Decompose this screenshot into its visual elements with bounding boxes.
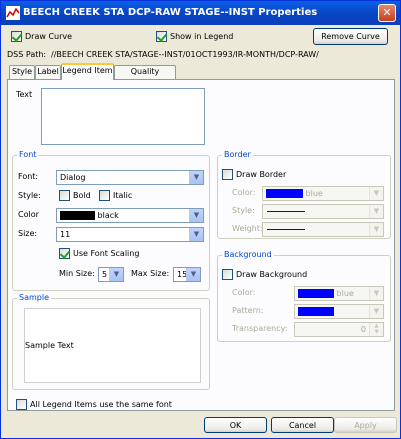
background-group-title: Background — [222, 250, 274, 259]
border-color-label: Color: — [232, 188, 256, 197]
italic-checkbox[interactable] — [99, 190, 110, 201]
chevron-down-icon[interactable]: ▼ — [189, 209, 203, 222]
close-button[interactable]: ✕ — [378, 4, 396, 22]
chevron-down-icon[interactable]: ▼ — [369, 305, 383, 318]
background-group: Background Draw Background Color: blue ▼… — [217, 250, 391, 342]
font-color-value: black — [97, 211, 119, 220]
show-in-legend-label: Show in Legend — [170, 32, 234, 41]
app-icon — [6, 6, 20, 20]
draw-background-label: Draw Background — [236, 270, 308, 279]
border-group-title: Border — [222, 150, 253, 159]
use-font-scaling-checkbox[interactable] — [59, 248, 70, 259]
font-select[interactable]: Dialog ▼ — [56, 170, 204, 185]
border-color-select[interactable]: blue ▼ — [262, 186, 384, 201]
border-group: Border Draw Border Color: blue ▼ Style: … — [217, 150, 391, 239]
italic-label: Italic — [113, 191, 133, 200]
font-color-label: Color — [18, 210, 39, 219]
properties-dialog: BEECH CREEK STA DCP-RAW STAGE--INST Prop… — [0, 0, 401, 439]
same-font-label: All Legend Items use the same font — [30, 400, 172, 409]
use-font-scaling-label: Use Font Scaling — [73, 249, 140, 258]
font-select-value: Dialog — [60, 173, 86, 182]
border-weight-label: Weight: — [232, 224, 263, 233]
border-style-select[interactable]: ▼ — [262, 204, 384, 219]
border-weight-preview — [267, 229, 305, 230]
background-color-label: Color: — [232, 288, 256, 297]
same-font-checkbox[interactable] — [16, 399, 27, 410]
sample-text: Sample Text — [25, 341, 74, 350]
sample-preview: Sample Text — [24, 308, 201, 383]
min-size-label: Min Size: — [59, 269, 95, 278]
style-label: Style: — [18, 191, 41, 200]
legend-text-input[interactable] — [41, 88, 205, 145]
spinner-arrows-icon[interactable]: ▲ ▼ — [369, 323, 383, 336]
min-size-select[interactable]: 5 ▼ — [98, 267, 124, 282]
draw-background-checkbox[interactable] — [222, 269, 233, 280]
text-label: Text — [16, 90, 33, 99]
tab-legend-item-label: Legend Item — [62, 66, 113, 75]
pattern-select[interactable]: ▼ — [294, 304, 384, 319]
background-color-swatch — [298, 289, 334, 298]
border-style-label: Style: — [232, 206, 255, 215]
chevron-down-icon[interactable]: ▼ — [369, 205, 383, 218]
background-color-select[interactable]: blue ▼ — [294, 286, 384, 301]
bold-label: Bold — [73, 191, 91, 200]
tab-style-label: Style — [11, 67, 33, 76]
transparency-value: 0 — [360, 325, 366, 334]
font-group: Font Font: Dialog ▼ Style: Bold Italic C… — [12, 150, 210, 291]
pattern-swatch — [298, 307, 334, 316]
tab-label-label: Label — [37, 67, 59, 76]
border-color-value: blue — [305, 189, 323, 198]
font-group-title: Font — [17, 150, 39, 159]
draw-border-label: Draw Border — [236, 170, 287, 179]
bold-checkbox[interactable] — [59, 190, 70, 201]
cancel-button[interactable]: Cancel — [271, 417, 334, 433]
window-title: BEECH CREEK STA DCP-RAW STAGE--INST Prop… — [23, 7, 318, 18]
font-color-select[interactable]: black ▼ — [56, 208, 204, 223]
show-in-legend-checkbox[interactable] — [156, 31, 167, 42]
remove-curve-button[interactable]: Remove Curve — [313, 28, 388, 45]
pattern-label: Pattern: — [232, 306, 264, 315]
font-color-swatch — [60, 211, 95, 220]
tab-legend-item[interactable]: Legend Item — [61, 63, 114, 80]
sample-group: Sample Sample Text — [12, 293, 210, 390]
border-color-swatch — [266, 189, 303, 198]
dss-path-value: //BEECH CREEK STA/STAGE--INST/01OCT1993/… — [51, 50, 319, 59]
chevron-down-icon[interactable]: ▼ — [189, 228, 203, 241]
border-weight-select[interactable]: ▼ — [262, 222, 384, 237]
max-size-select[interactable]: 15 ▼ — [173, 267, 201, 282]
chevron-down-icon[interactable]: ▼ — [369, 223, 383, 236]
font-size-value: 11 — [60, 230, 71, 239]
size-label: Size: — [18, 229, 38, 238]
tab-style[interactable]: Style — [9, 65, 35, 79]
transparency-label: Transparency: — [232, 324, 288, 333]
chevron-down-icon[interactable]: ▼ — [189, 171, 203, 184]
draw-curve-checkbox[interactable] — [11, 31, 22, 42]
close-icon: ✕ — [382, 6, 392, 19]
chevron-down-icon[interactable]: ▼ — [109, 268, 123, 281]
draw-border-checkbox[interactable] — [222, 169, 233, 180]
chevron-down-icon[interactable]: ▼ — [369, 187, 383, 200]
max-size-label: Max Size: — [131, 269, 170, 278]
background-color-value: blue — [336, 289, 354, 298]
border-style-preview — [267, 211, 305, 212]
font-label: Font: — [18, 172, 39, 181]
tab-quality-symbols[interactable]: Quality Symbols — [114, 65, 176, 88]
ok-button[interactable]: OK — [204, 417, 267, 433]
title-bar[interactable]: BEECH CREEK STA DCP-RAW STAGE--INST Prop… — [1, 1, 400, 25]
sample-group-title: Sample — [17, 293, 51, 302]
font-size-select[interactable]: 11 ▼ — [56, 227, 204, 242]
legend-item-panel: Text Font Font: Dialog ▼ Style: Bold Ita… — [7, 79, 395, 411]
chevron-down-icon[interactable]: ▼ — [369, 287, 383, 300]
min-size-value: 5 — [102, 270, 108, 279]
apply-button[interactable]: Apply — [334, 417, 397, 433]
transparency-spinner[interactable]: 0 ▲ ▼ — [294, 322, 384, 337]
chevron-down-icon[interactable]: ▼ — [186, 268, 200, 281]
tab-label[interactable]: Label — [35, 65, 61, 79]
draw-curve-label: Draw Curve — [25, 32, 73, 41]
dss-path-label: DSS Path: — [7, 50, 47, 59]
